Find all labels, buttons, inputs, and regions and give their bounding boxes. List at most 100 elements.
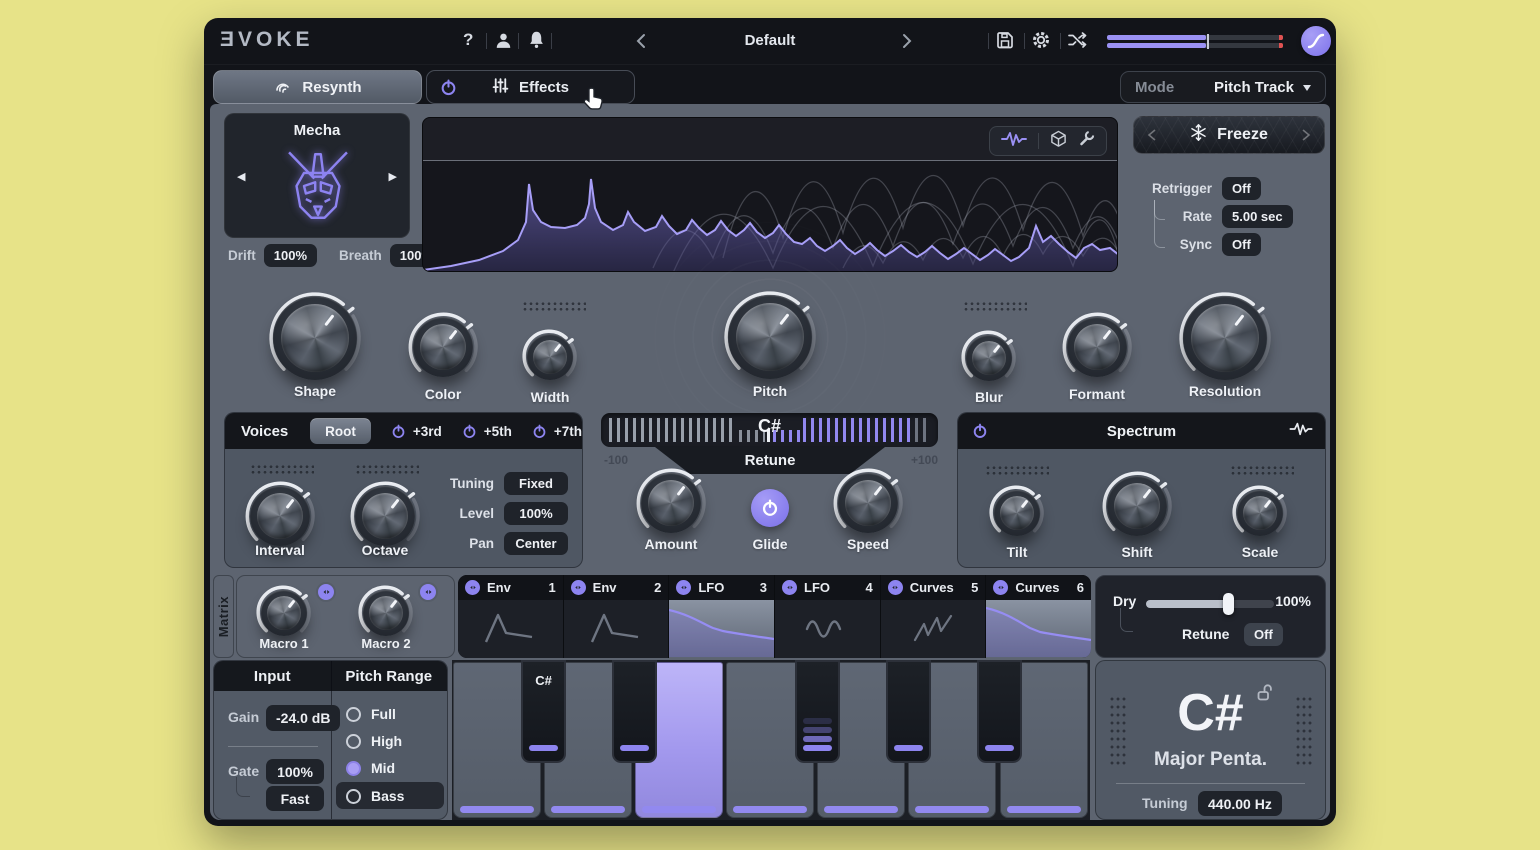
preset-next-button[interactable] [900,33,914,54]
dry-slider-handle[interactable] [1223,593,1234,615]
sync-label: Sync [1152,237,1212,252]
scale-root-note[interactable]: C# [1096,683,1325,743]
help-button[interactable]: ? [463,30,473,50]
randomize-shuffle-icon[interactable] [1068,32,1088,53]
scale-tuning-value[interactable]: 440.00 Hz [1198,791,1282,816]
option-label: Full [371,706,396,722]
waveform-icon[interactable] [1001,130,1027,153]
macro1-assign-icon[interactable] [316,582,336,602]
mod-assign-icon[interactable] [465,580,480,595]
slot-display-active[interactable] [669,600,774,658]
curve-display [986,600,1091,657]
freeze-button[interactable]: Freeze [1133,116,1325,154]
mod-slot-lfo3[interactable]: LFO 3 [669,575,775,658]
wrench-tools-icon[interactable] [1078,130,1095,152]
account-icon[interactable] [494,31,513,55]
pitch-range-option-bass[interactable]: Bass [346,788,404,804]
formant-knob[interactable] [1059,309,1135,385]
dice-randomize-icon[interactable] [1050,130,1067,153]
scale-knob[interactable] [1231,484,1289,542]
retune-pitch-meter[interactable]: C# [601,413,938,447]
tab-resynth[interactable]: Resynth [213,70,422,104]
mod-assign-icon[interactable] [993,580,1008,595]
notifications-bell-icon[interactable] [527,30,546,54]
voice-7th-toggle[interactable]: +7th [532,424,582,439]
gain-value[interactable]: -24.0 dB [266,705,340,731]
mod-assign-icon[interactable] [676,580,691,595]
save-icon[interactable] [996,31,1014,54]
pan-row: Pan Center [432,532,568,555]
dry-retune-toggle[interactable]: Off [1244,623,1283,646]
preset-name[interactable]: Default [690,32,850,49]
matrix-tab[interactable]: Matrix [213,575,234,658]
gate-value[interactable]: 100% [266,759,324,784]
pan-value[interactable]: Center [504,532,568,555]
mod-assign-icon[interactable] [571,580,586,595]
retune-speed-knob[interactable] [830,465,906,541]
radio-icon[interactable] [346,734,361,749]
tuning-value[interactable]: Fixed [504,472,568,495]
black-key-fsharp[interactable] [795,660,840,763]
model-next-icon[interactable]: ▶ [389,170,397,183]
black-key-dsharp[interactable] [612,660,657,763]
preset-prev-button[interactable] [634,33,648,54]
effects-power-icon[interactable] [440,79,457,100]
retrigger-value[interactable]: Off [1222,177,1261,200]
slot-display[interactable] [564,600,669,658]
mode-selector[interactable]: Mode Pitch Track [1120,71,1326,103]
mod-slot-env1[interactable]: Env 1 [458,575,564,658]
gate-speed-value[interactable]: Fast [266,786,324,811]
mod-assign-icon[interactable] [888,580,903,595]
shift-knob[interactable] [1099,468,1175,544]
mod-slot-curves5[interactable]: Curves 5 [881,575,987,658]
macro1-knob[interactable] [255,584,313,642]
rate-value[interactable]: 5.00 sec [1222,205,1293,228]
radio-icon-selected[interactable] [346,761,361,776]
width-knob[interactable] [521,328,579,386]
voice-3rd-toggle[interactable]: +3rd [391,424,442,439]
slot-display[interactable] [881,600,986,658]
macro2-assign-icon[interactable] [418,582,438,602]
macro2-knob[interactable] [357,584,415,642]
drift-value[interactable]: 100% [264,244,317,267]
dry-slider[interactable] [1146,600,1274,608]
pitch-range-option-mid[interactable]: Mid [346,760,395,776]
settings-gear-icon[interactable] [1031,30,1051,55]
separator [1060,33,1061,49]
pitch-knob[interactable] [720,287,820,387]
radio-icon[interactable] [346,789,361,804]
tilt-knob[interactable] [988,484,1046,542]
curve-toggle-button[interactable] [1301,26,1331,56]
color-knob[interactable] [405,309,481,385]
mod-slot-env2[interactable]: Env 2 [564,575,670,658]
mecha-preset-panel[interactable]: Mecha ◀ ▶ [224,113,410,238]
slot-display[interactable] [458,600,563,658]
glide-toggle-button[interactable] [751,489,789,527]
radio-icon[interactable] [346,707,361,722]
shape-knob[interactable] [265,288,365,388]
scale-name[interactable]: Major Penta. [1096,749,1325,771]
slot-display[interactable] [775,600,880,658]
model-prev-icon[interactable]: ◀ [237,170,245,183]
level-value[interactable]: 100% [504,502,568,525]
black-key-gsharp[interactable] [886,660,931,763]
pitch-range-option-high[interactable]: High [346,733,402,749]
voices-title: Voices [241,423,288,440]
width-knob-label: Width [490,389,610,405]
pitch-range-option-full[interactable]: Full [346,706,396,722]
retune-amount-knob[interactable] [633,465,709,541]
voice-5th-toggle[interactable]: +5th [462,424,512,439]
blur-knob[interactable] [960,329,1018,387]
mod-slot-curves6[interactable]: Curves 6 [986,575,1091,658]
mod-slot-lfo4[interactable]: LFO 4 [775,575,881,658]
mod-assign-icon[interactable] [782,580,797,595]
sync-value[interactable]: Off [1222,233,1261,256]
curves-icon [881,600,986,657]
black-key-csharp[interactable]: C# [521,660,566,763]
resolution-knob[interactable] [1175,288,1275,388]
mod-target-dots [522,301,586,312]
black-key-asharp[interactable] [977,660,1022,763]
slot-display-active[interactable] [986,600,1091,658]
voice-root-button[interactable]: Root [310,418,371,444]
separator [518,33,519,49]
